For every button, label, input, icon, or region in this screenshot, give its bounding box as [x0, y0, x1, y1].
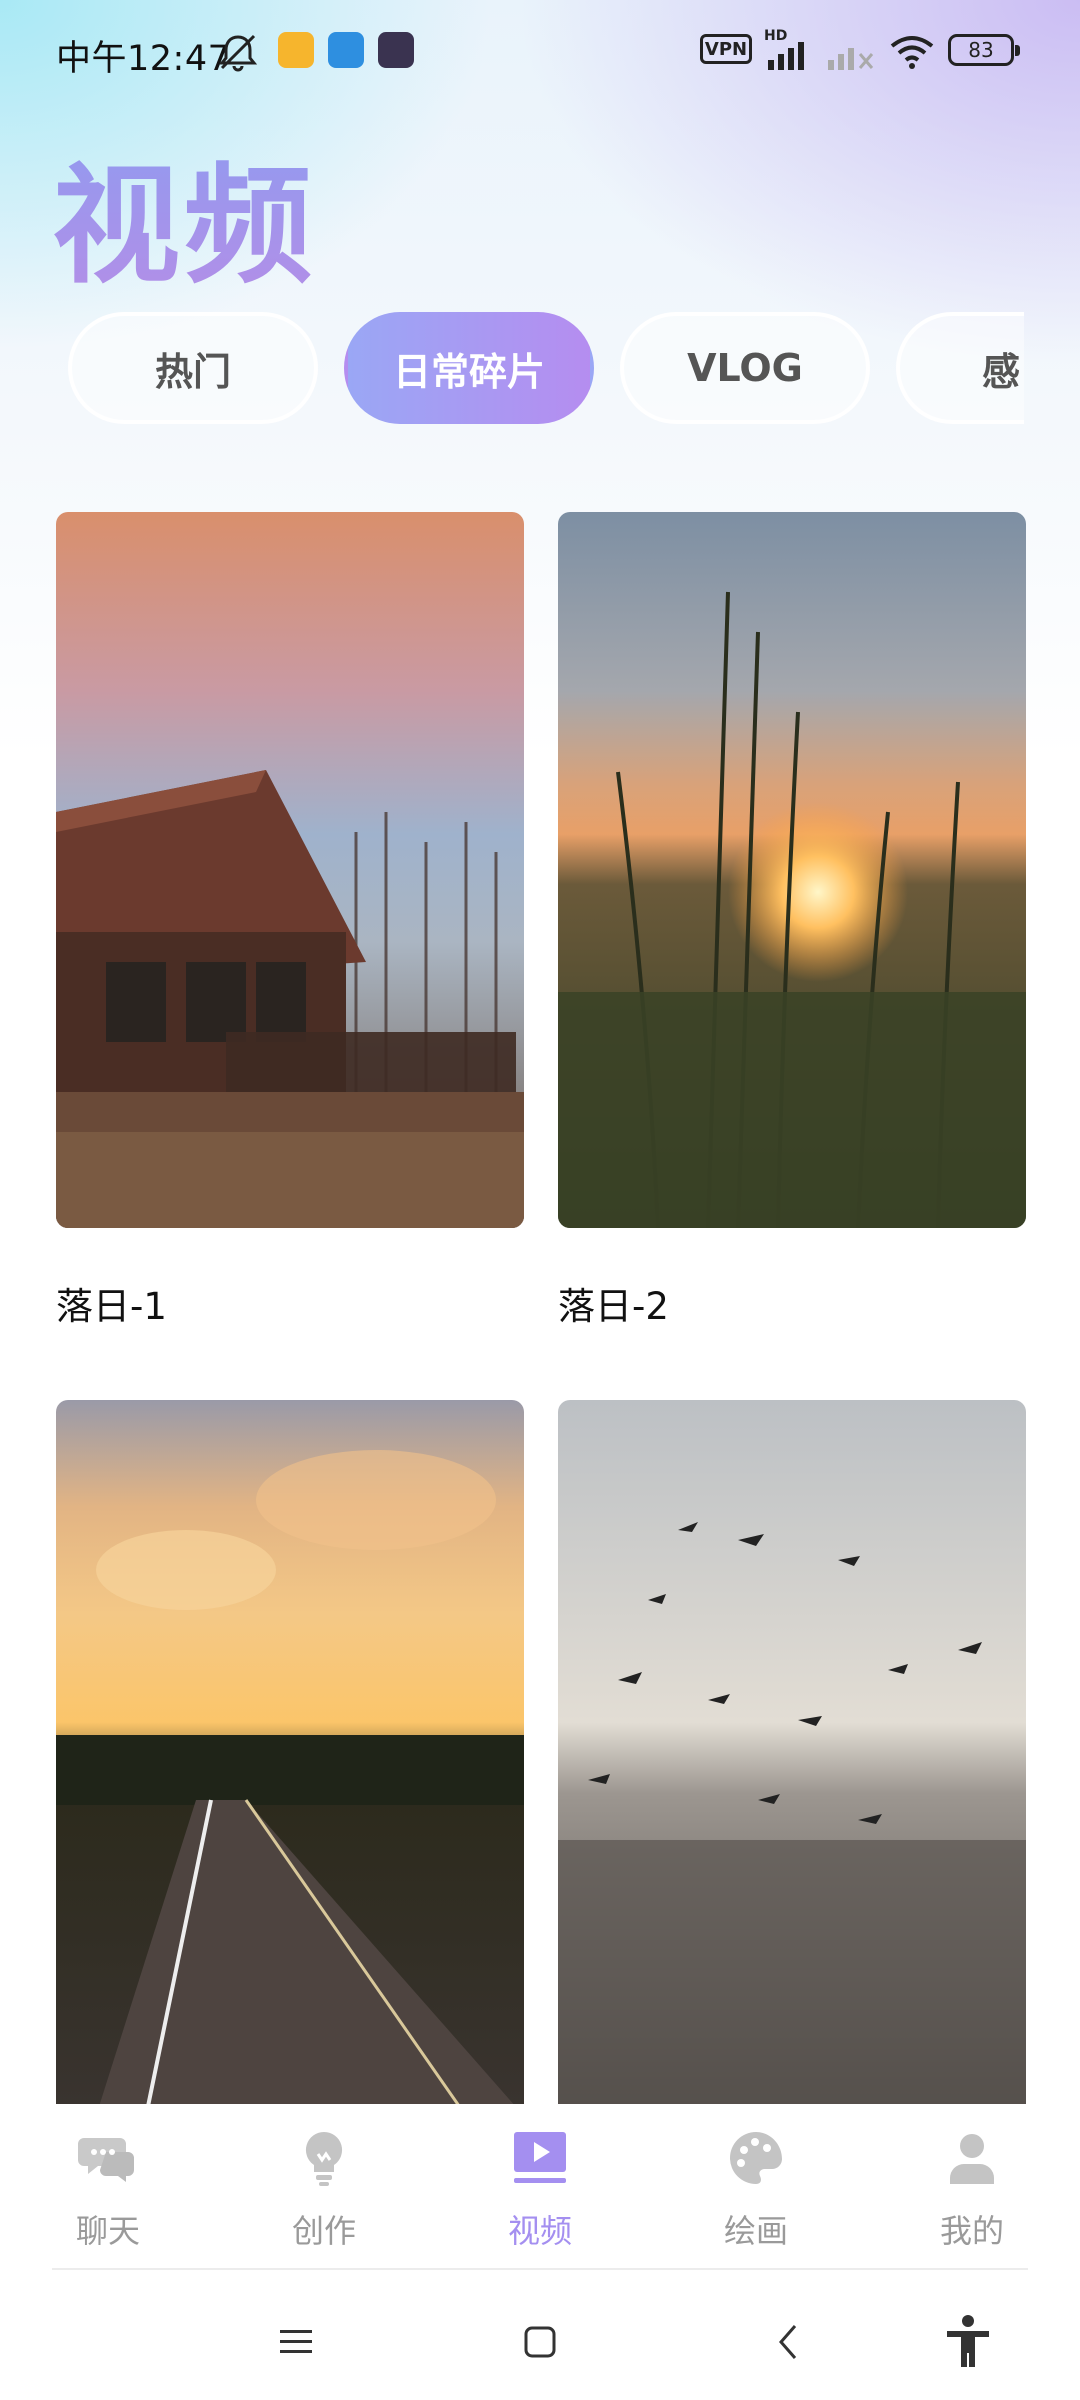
tab-vlog[interactable]: VLOG	[620, 312, 870, 424]
person-icon	[950, 2134, 994, 2184]
nav-label: 绘画	[723, 2212, 788, 2250]
tab-hot[interactable]: 热门	[68, 312, 318, 424]
home-icon[interactable]	[510, 2312, 570, 2372]
chat-icon	[78, 2138, 134, 2182]
wifi-icon	[890, 36, 934, 69]
video-card[interactable]: 落日-1	[56, 512, 524, 1330]
nav-item-chat[interactable]: 聊天	[38, 2126, 178, 2252]
tab-feelings[interactable]: 感	[896, 312, 1024, 424]
accessibility-icon[interactable]	[938, 2312, 998, 2372]
bottom-navigation: 聊天 创作 视频 绘画 我的	[0, 2104, 1080, 2270]
signal-icon	[828, 48, 874, 70]
divider	[52, 2268, 1028, 2270]
tab-daily-fragments[interactable]: 日常碎片	[344, 312, 594, 424]
vpn-icon: VPN	[700, 34, 752, 64]
palette-icon	[730, 2132, 782, 2184]
video-thumbnail[interactable]	[558, 512, 1026, 1229]
page-title: 视频	[52, 122, 316, 307]
video-card[interactable]	[56, 1400, 524, 2164]
video-thumbnail[interactable]	[56, 1400, 524, 2117]
mute-icon	[218, 34, 258, 72]
nav-label: 我的	[939, 2212, 1004, 2250]
system-navigation-bar	[0, 2272, 1080, 2400]
video-play-icon	[514, 2132, 566, 2183]
menu-icon[interactable]	[266, 2312, 326, 2372]
nav-item-video[interactable]: 视频	[470, 2126, 610, 2252]
status-time: 中午12:47	[56, 39, 231, 79]
app-notification-icon	[328, 32, 364, 68]
nav-label: 聊天	[75, 2212, 140, 2250]
video-card[interactable]	[558, 1400, 1026, 2164]
nav-item-profile[interactable]: 我的	[902, 2126, 1042, 2252]
app-notification-icon	[278, 32, 314, 68]
video-thumbnail[interactable]	[56, 512, 524, 1228]
status-bar: 中午12:47 VPN HD 83	[0, 0, 1080, 104]
category-tabs: 热门 日常碎片 VLOG 感	[56, 312, 1024, 430]
video-card[interactable]: 落日-2	[558, 512, 1026, 1330]
video-title: 落日-2	[558, 1285, 669, 1328]
video-thumbnail[interactable]	[558, 1400, 1026, 2116]
nav-item-create[interactable]: 创作	[254, 2126, 394, 2252]
nav-label: 创作	[291, 2212, 356, 2250]
nav-label: 视频	[507, 2212, 572, 2250]
signal-icon	[768, 42, 804, 70]
lightbulb-icon	[305, 2132, 343, 2186]
battery-icon: 83	[948, 34, 1020, 66]
video-title: 落日-1	[56, 1285, 167, 1328]
nav-item-paint[interactable]: 绘画	[686, 2126, 826, 2252]
tab-feelings-label: 感	[982, 349, 1021, 394]
app-notification-icon	[378, 32, 414, 68]
back-icon[interactable]	[758, 2312, 818, 2372]
